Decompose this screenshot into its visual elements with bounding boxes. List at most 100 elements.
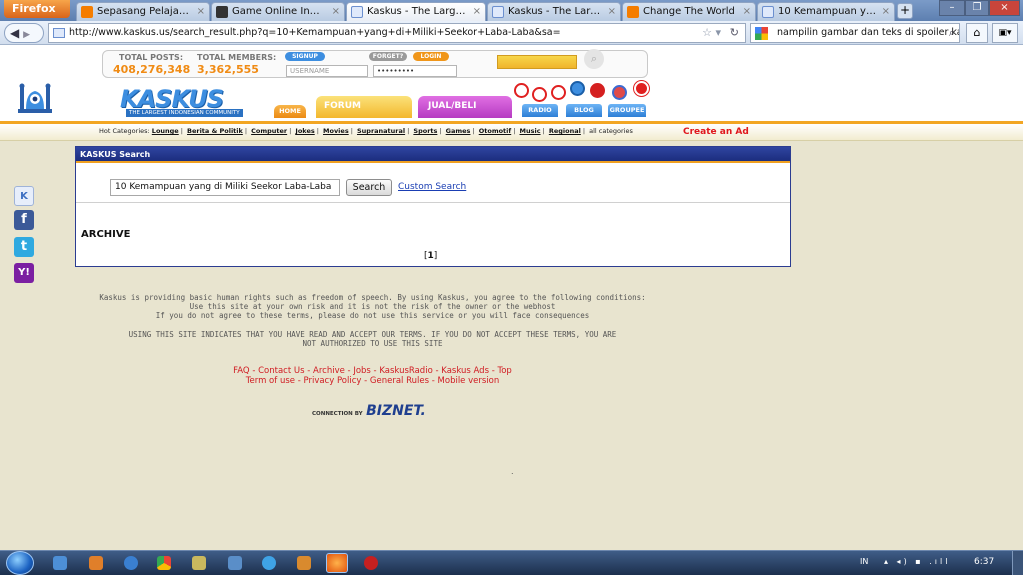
browser-tab[interactable]: Change The World ×: [622, 2, 756, 21]
category-link[interactable]: Sports: [413, 127, 437, 135]
close-icon[interactable]: ×: [743, 3, 751, 20]
close-icon[interactable]: ×: [473, 3, 481, 20]
footer-disclaimer-line: Use this site at your own risk and it is…: [189, 302, 556, 311]
red-circle-icon[interactable]: [634, 81, 649, 96]
bookmarks-menu-icon[interactable]: ▣▾: [992, 23, 1018, 43]
firefox-taskbar-icon[interactable]: [326, 553, 348, 573]
mascot-face-icon[interactable]: [570, 81, 585, 96]
language-indicator[interactable]: IN: [860, 557, 868, 566]
back-forward-buttons[interactable]: ◀ ▶: [4, 23, 44, 43]
browser-tab[interactable]: 10 Kemampuan yang di ... ×: [757, 2, 895, 21]
show-desktop-button[interactable]: [1012, 551, 1023, 575]
explorer-icon[interactable]: [53, 556, 67, 570]
password-input[interactable]: •••••••••: [373, 65, 457, 77]
tray-icons[interactable]: ▴ ◂) ▪ .ıll: [884, 557, 950, 566]
twitter-icon[interactable]: t: [14, 237, 34, 257]
radio-button[interactable]: RADIO: [522, 104, 558, 117]
username-input[interactable]: USERNAME: [286, 65, 368, 77]
minimize-button[interactable]: –: [939, 0, 965, 16]
nav-forum-tab[interactable]: FORUM: [316, 96, 412, 118]
category-link[interactable]: Jokes: [295, 127, 314, 135]
start-button-icon[interactable]: [6, 551, 34, 575]
app-icon[interactable]: [192, 556, 206, 570]
footer-link-radio[interactable]: KaskusRadio: [379, 366, 432, 376]
url-bar[interactable]: http://www.kaskus.us/search_result.php?q…: [48, 23, 746, 43]
chrome-icon[interactable]: [157, 556, 171, 570]
footer-link-terms[interactable]: Term of use: [246, 376, 295, 386]
google-icon[interactable]: [755, 27, 768, 40]
create-ad-link[interactable]: Create an Ad: [683, 127, 749, 137]
browser-tab[interactable]: Game Online Indonesia |... ×: [211, 2, 345, 21]
close-icon[interactable]: ×: [332, 3, 340, 20]
kaskus-share-icon[interactable]: K: [14, 186, 34, 206]
no-sign-icon[interactable]: [514, 83, 529, 98]
login-button[interactable]: LOGIN: [413, 52, 449, 61]
new-tab-button[interactable]: +: [897, 3, 913, 19]
footer-link-contact[interactable]: Contact Us: [258, 366, 304, 376]
signup-button[interactable]: SIGNUP: [285, 52, 325, 61]
kaskus-logo[interactable]: KASKUS THE LARGEST INDONESIAN COMMUNITY: [120, 85, 250, 119]
forward-arrow-icon[interactable]: ▶: [23, 30, 30, 40]
nav-home-tab[interactable]: HOME: [274, 105, 306, 118]
blue-badge-icon[interactable]: [612, 85, 627, 100]
home-icon[interactable]: ⌂: [966, 23, 988, 43]
category-link[interactable]: Supranatural: [357, 127, 405, 135]
search-value: nampilin gambar dan teks di spoiler kask…: [777, 27, 959, 38]
app-icon[interactable]: [297, 556, 311, 570]
firefox-menu-button[interactable]: Firefox: [4, 0, 70, 18]
all-categories-link[interactable]: all categories: [589, 127, 633, 135]
footer-link-faq[interactable]: FAQ: [233, 366, 249, 376]
groupee-button[interactable]: GROUPEE: [608, 104, 646, 117]
browser-tab[interactable]: Kaskus - The Largest Ind... ×: [487, 2, 621, 21]
close-icon[interactable]: ×: [197, 3, 205, 20]
opera-icon[interactable]: [364, 556, 378, 570]
app-icon[interactable]: [228, 556, 242, 570]
category-link[interactable]: Music: [520, 127, 541, 135]
footer-link-rules[interactable]: General Rules: [370, 376, 429, 386]
category-link[interactable]: Regional: [549, 127, 581, 135]
close-icon[interactable]: ×: [882, 3, 890, 20]
category-link[interactable]: Lounge: [152, 127, 179, 135]
category-link[interactable]: Otomotif: [479, 127, 512, 135]
browser-tab[interactable]: Sepasang Pelajar Tertan... ×: [76, 2, 210, 21]
search-icon[interactable]: ⌕: [949, 24, 955, 42]
search-query-input[interactable]: 10 Kemampuan yang di Miliki Seekor Laba-…: [110, 179, 340, 196]
footer-link-jobs[interactable]: Jobs: [353, 366, 371, 376]
app-icon[interactable]: [262, 556, 276, 570]
close-icon[interactable]: ×: [608, 3, 616, 20]
facebook-icon[interactable]: f: [14, 210, 34, 230]
page-number-current[interactable]: 1: [428, 251, 434, 261]
footer-link-privacy[interactable]: Privacy Policy: [303, 376, 361, 386]
ie-icon[interactable]: [124, 556, 138, 570]
nav-jualbeli-tab[interactable]: JUAL/BELI: [418, 96, 512, 118]
category-link[interactable]: Games: [446, 127, 471, 135]
footer-link-top[interactable]: Top: [497, 366, 511, 376]
custom-search-link[interactable]: Custom Search: [398, 182, 466, 192]
category-link[interactable]: Computer: [251, 127, 287, 135]
no-sign-icon[interactable]: [532, 87, 547, 102]
search-button[interactable]: Search: [346, 179, 392, 196]
biznet-logo[interactable]: CONNECTION BY BIZNET.: [312, 403, 426, 419]
search-icon[interactable]: ⌕: [584, 49, 604, 69]
footer-link-archive[interactable]: Archive: [313, 366, 345, 376]
forget-password-button[interactable]: FORGET?: [369, 52, 407, 61]
browser-search-bar[interactable]: nampilin gambar dan teks di spoiler kask…: [750, 23, 960, 43]
pagination: [1]: [424, 251, 438, 261]
footer-link-mobile[interactable]: Mobile version: [438, 376, 500, 386]
footer-link-ads[interactable]: Kaskus Ads: [441, 366, 489, 376]
header-search-input[interactable]: [497, 55, 577, 69]
no-sign-icon[interactable]: [551, 85, 566, 100]
bookmark-star-icon[interactable]: ☆ ▾: [702, 24, 721, 42]
clock[interactable]: 6:37: [974, 557, 994, 567]
media-icon[interactable]: [89, 556, 103, 570]
blog-button[interactable]: BLOG: [566, 104, 602, 117]
restore-button[interactable]: ❐: [965, 0, 989, 16]
red-badge-icon[interactable]: [590, 83, 605, 98]
reload-icon[interactable]: ↻: [730, 24, 739, 42]
category-link[interactable]: Berita & Politik: [187, 127, 243, 135]
category-link[interactable]: Movies: [323, 127, 349, 135]
back-arrow-icon[interactable]: ◀: [10, 26, 19, 40]
browser-tab-active[interactable]: Kaskus - The Largest Ind... ×: [346, 2, 486, 21]
close-window-button[interactable]: ×: [989, 0, 1020, 16]
yahoo-icon[interactable]: Y!: [14, 263, 34, 283]
